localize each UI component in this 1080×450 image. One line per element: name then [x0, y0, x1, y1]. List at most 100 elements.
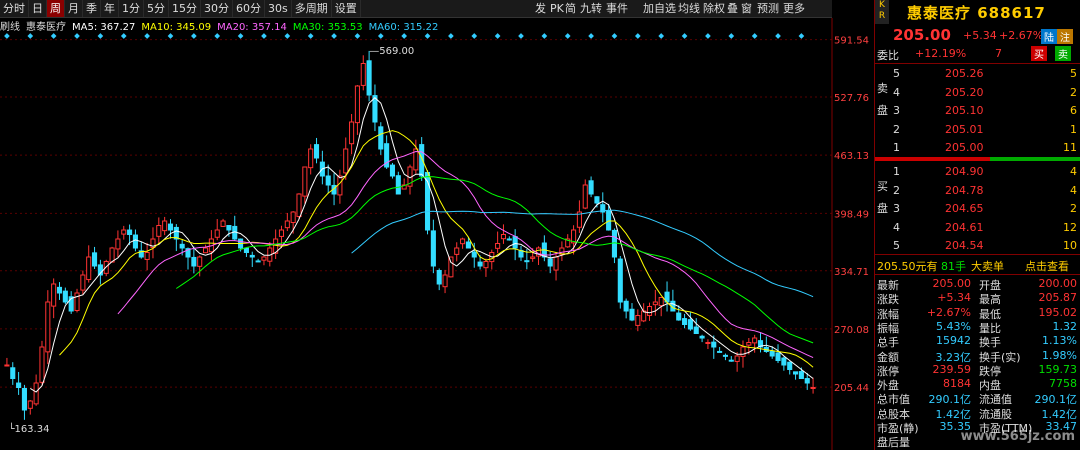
toolbar-button[interactable]: 窗 [739, 0, 754, 17]
period-tab[interactable]: 日 [29, 0, 47, 17]
event-marker[interactable] [167, 33, 174, 39]
order-price: 205.00 [945, 141, 984, 154]
candle-body [793, 371, 799, 375]
big-order-row[interactable]: 205.50元有 81手 大卖单 点击查看 [875, 257, 1080, 273]
period-tab[interactable]: 30s [265, 0, 292, 17]
period-tab[interactable]: 多周期 [292, 0, 332, 17]
toolbar-button[interactable]: 事件 [604, 0, 630, 17]
event-marker[interactable] [307, 33, 314, 39]
event-marker[interactable] [448, 33, 454, 39]
event-marker[interactable] [331, 33, 337, 39]
event-marker[interactable] [144, 33, 150, 39]
candle-body [804, 378, 810, 384]
candle-body [33, 382, 39, 405]
candle-body [687, 319, 693, 330]
toolbar-button[interactable]: 九转 [578, 0, 604, 17]
toolbar-button[interactable]: 发 [533, 0, 548, 17]
stat-cell: 盘后量 [877, 436, 910, 450]
event-marker[interactable] [214, 33, 221, 39]
period-tab[interactable]: 30分 [201, 0, 233, 17]
toolbar-button[interactable]: 除权 [701, 0, 727, 17]
event-marker[interactable] [518, 33, 524, 39]
sell-ratio-bar [990, 157, 1080, 161]
period-tab[interactable]: 季 [83, 0, 101, 17]
candle-body [296, 193, 302, 218]
event-marker[interactable] [494, 33, 501, 39]
event-marker[interactable] [798, 33, 805, 39]
candle-body [395, 175, 401, 195]
level: 2 [893, 122, 900, 136]
period-tab[interactable]: 5分 [144, 0, 169, 17]
period-tab[interactable]: 设置 [332, 0, 361, 17]
buy-button[interactable]: 买 [1031, 46, 1047, 61]
toolbar-button[interactable]: 加自选 [641, 0, 678, 17]
period-tab[interactable]: 月 [65, 0, 83, 17]
period-tab[interactable]: 年 [101, 0, 119, 17]
event-marker[interactable] [50, 33, 57, 39]
toolbar-button[interactable]: 更多 [781, 0, 807, 17]
kr-badge[interactable]: K R [875, 0, 889, 24]
order-book-row: 3 204.65 2 [875, 201, 1080, 217]
event-marker[interactable] [4, 33, 10, 39]
candle-body [676, 312, 682, 321]
candle-body [495, 243, 501, 249]
candle-body [302, 166, 308, 197]
event-marker[interactable] [377, 33, 384, 39]
event-marker[interactable] [401, 33, 407, 39]
candle-body [781, 357, 787, 366]
toolbar-button[interactable]: 简 [563, 0, 578, 17]
candle-body [442, 274, 448, 288]
toolbar-button[interactable]: 均线 [676, 0, 702, 17]
stat-cell: 8184 [943, 377, 971, 391]
event-marker[interactable] [237, 33, 244, 39]
event-marker[interactable] [658, 33, 665, 39]
event-marker[interactable] [681, 33, 688, 39]
sell-button[interactable]: 卖 [1055, 46, 1071, 61]
event-marker[interactable] [191, 33, 197, 39]
ma-line [59, 130, 814, 368]
order-price: 205.10 [945, 104, 984, 117]
event-marker[interactable] [471, 33, 478, 39]
toolbar-button[interactable]: 叠 [725, 0, 740, 17]
candle-body [477, 261, 483, 267]
event-marker[interactable] [74, 33, 80, 39]
order-price: 204.61 [945, 220, 984, 234]
y-tick-label: 334.71 [834, 267, 869, 278]
event-marker[interactable] [634, 33, 641, 39]
toolbar-button[interactable]: 预测 [755, 0, 781, 17]
event-marker[interactable] [751, 33, 758, 39]
event-marker[interactable] [424, 33, 431, 39]
candle-body [191, 256, 197, 267]
period-tab[interactable]: 60分 [233, 0, 265, 17]
candle-body [448, 256, 454, 278]
period-tab[interactable]: 周 [47, 0, 65, 17]
candle-body [524, 260, 530, 263]
event-marker[interactable] [97, 33, 104, 39]
candle-body [436, 269, 442, 285]
event-marker[interactable] [284, 33, 291, 39]
event-marker[interactable] [354, 33, 361, 39]
candle-body [530, 256, 536, 259]
big-order-link[interactable]: 点击查看 [1025, 258, 1069, 274]
event-marker[interactable] [588, 33, 594, 39]
period-tab[interactable]: 1分 [119, 0, 144, 17]
event-marker[interactable] [775, 33, 781, 39]
candle-body [156, 225, 162, 237]
event-marker[interactable] [120, 33, 127, 39]
candlestick-chart[interactable]: 591.54 527.76 463.13 398.49 334.71 270.08 205.… [0, 18, 874, 450]
event-marker[interactable] [27, 33, 34, 39]
event-marker[interactable] [611, 33, 618, 39]
level: 4 [893, 85, 900, 99]
candle-body [27, 400, 33, 409]
candle-body [454, 247, 460, 255]
event-marker[interactable] [728, 33, 735, 39]
candle-body [635, 315, 641, 326]
period-tab[interactable]: 15分 [169, 0, 201, 17]
period-tab[interactable]: 分时 [0, 0, 29, 17]
stat-cell: 195.02 [1038, 305, 1078, 319]
event-marker[interactable] [541, 33, 548, 39]
event-marker[interactable] [564, 33, 571, 39]
event-marker[interactable] [705, 33, 711, 39]
candle-body [775, 352, 781, 362]
event-marker[interactable] [261, 33, 267, 39]
